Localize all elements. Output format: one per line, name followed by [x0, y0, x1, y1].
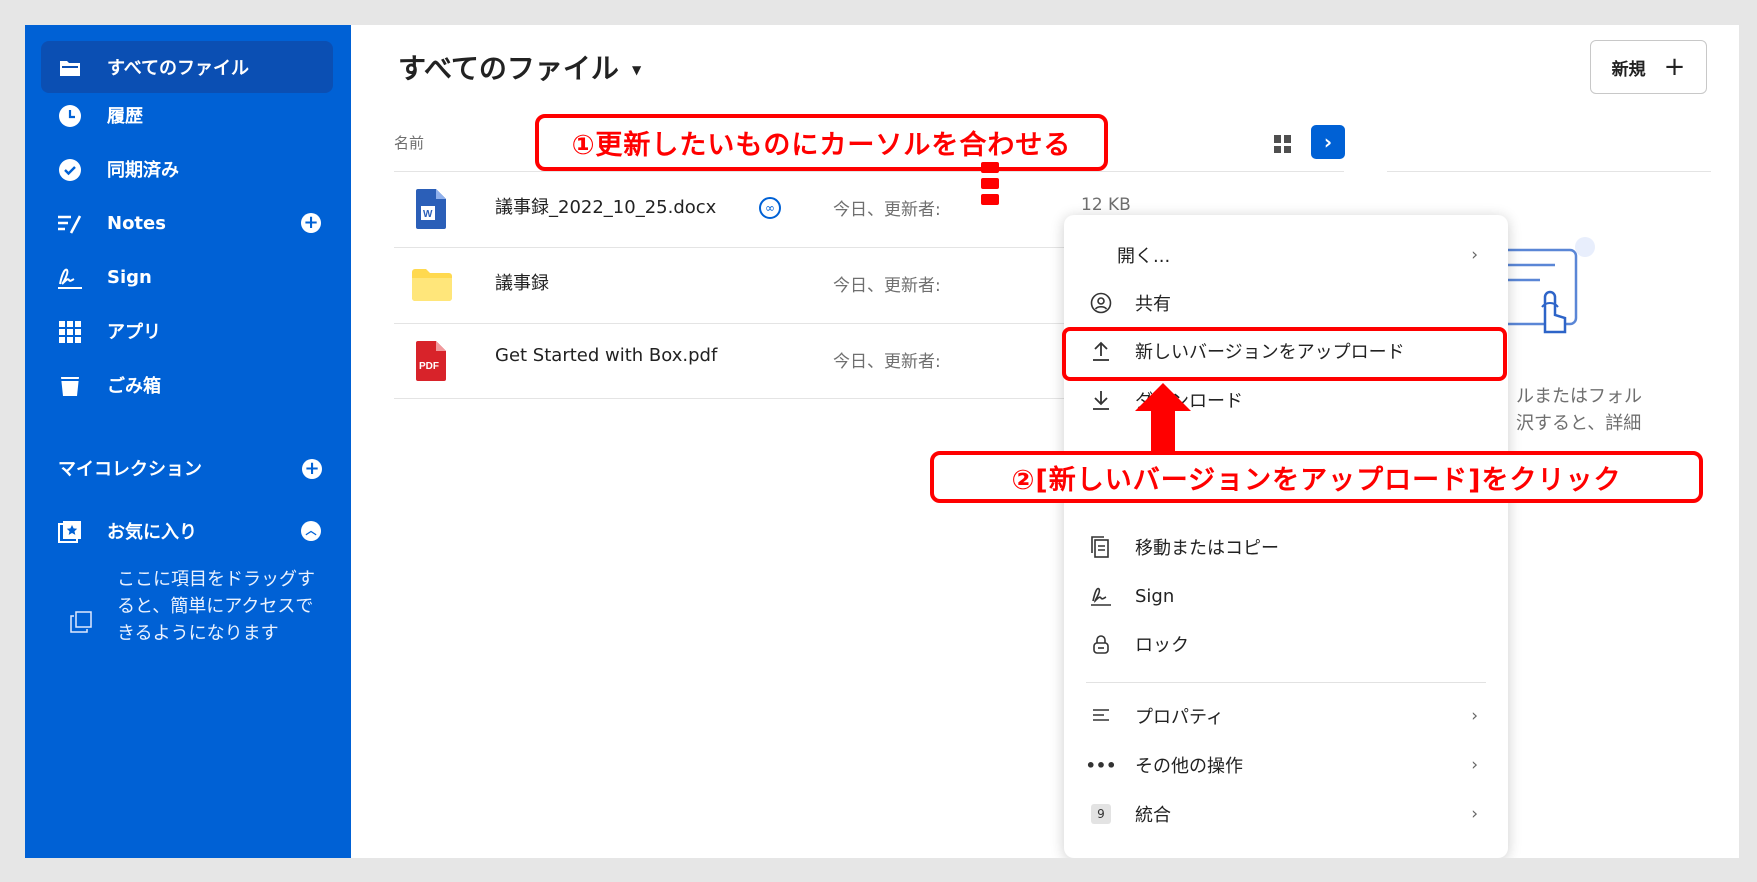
- sidebar-item-all-files[interactable]: すべてのファイル: [41, 41, 333, 93]
- menu-item-sign[interactable]: Sign: [1064, 572, 1508, 620]
- menu-item-label: ロック: [1135, 635, 1189, 656]
- annotation-step2: ②[新しいバージョンをアップロード]をクリック: [930, 451, 1703, 503]
- pdf-icon: PDF: [416, 341, 446, 385]
- preview-hint-line: 沢すると、詳細: [1516, 413, 1642, 434]
- sidebar-item-notes[interactable]: Notes +: [41, 197, 333, 249]
- sidebar-item-label: すべてのファイル: [107, 58, 250, 79]
- menu-item-open[interactable]: 開く... ›: [1064, 231, 1508, 279]
- menu-item-integrations[interactable]: 9 統合 ›: [1064, 790, 1508, 838]
- chevron-right-icon: ›: [1471, 706, 1478, 726]
- my-collection-title: マイコレクション: [58, 459, 202, 480]
- chevron-right-icon: ›: [1471, 804, 1478, 824]
- chevron-right-icon: ›: [1471, 755, 1478, 775]
- menu-item-label: 移動またはコピー: [1135, 538, 1279, 559]
- menu-item-move-copy[interactable]: 移動またはコピー: [1064, 523, 1508, 571]
- clock-icon: [57, 103, 83, 129]
- menu-item-more-actions[interactable]: ••• その他の操作 ›: [1064, 741, 1508, 789]
- annotation-dash: [981, 178, 999, 189]
- menu-item-label: その他の操作: [1135, 756, 1243, 777]
- context-menu: 開く... › 共有 新しいバージョンをアップロード ダウンロード 移動またはコ…: [1064, 215, 1508, 858]
- file-name[interactable]: 議事録_2022_10_25.docx: [495, 193, 716, 219]
- menu-item-label: 共有: [1135, 294, 1171, 315]
- notes-icon: [57, 211, 83, 237]
- menu-item-lock[interactable]: ロック: [1064, 620, 1508, 668]
- sidebar-item-label: Sign: [107, 266, 152, 288]
- divider: [1086, 682, 1486, 683]
- menu-item-properties[interactable]: プロパティ ›: [1064, 692, 1508, 740]
- svg-text:PDF: PDF: [419, 361, 439, 372]
- new-button-label: 新規: [1611, 59, 1646, 80]
- preview-hint-line: ルまたはフォル: [1516, 386, 1642, 407]
- signature-icon: [57, 265, 83, 291]
- arrow-up-icon: [1135, 383, 1191, 455]
- sidebar-item-label: ごみ箱: [107, 376, 161, 397]
- favorites-drop-hint: ここに項目をドラッグすると、簡単にアクセスできるようになります: [117, 569, 315, 644]
- integrations-badge: 9: [1090, 803, 1112, 825]
- annotation-dash: [981, 162, 999, 173]
- signature-icon: [1090, 585, 1112, 607]
- menu-item-label: Sign: [1135, 585, 1175, 607]
- menu-item-label: 開く...: [1117, 246, 1171, 267]
- plus-icon: +: [1663, 52, 1686, 82]
- svg-text:W: W: [423, 209, 433, 220]
- menu-item-download[interactable]: ダウンロード: [1064, 376, 1508, 424]
- file-modified: 今日、更新者:: [833, 200, 941, 220]
- sidebar-item-label: お気に入り: [107, 522, 197, 543]
- share-person-icon: [1090, 292, 1112, 314]
- add-collection-icon[interactable]: +: [302, 459, 322, 479]
- sidebar-item-trash[interactable]: ごみ箱: [41, 359, 333, 411]
- apps-grid-icon: [57, 319, 83, 345]
- highlight-upload-new-version: [1062, 327, 1507, 381]
- sidebar-item-label: アプリ: [107, 322, 161, 343]
- chevron-right-icon[interactable]: ›: [1311, 125, 1345, 159]
- file-modified: 今日、更新者:: [833, 352, 941, 372]
- menu-item-label: プロパティ: [1135, 707, 1224, 728]
- sidebar-item-history[interactable]: 履歴: [41, 89, 333, 141]
- sidebar: すべてのファイル 履歴 同期済み Notes + Sign アプリ ごみ箱 マイ…: [25, 25, 351, 858]
- caret-down-icon[interactable]: ▼: [632, 63, 641, 77]
- menu-item-share[interactable]: 共有: [1064, 279, 1508, 327]
- sidebar-item-label: 同期済み: [107, 160, 179, 181]
- sidebar-item-synced[interactable]: 同期済み: [41, 143, 333, 195]
- sidebar-item-label: 履歴: [107, 106, 143, 127]
- grid-view-icon[interactable]: [1274, 135, 1292, 153]
- sidebar-item-sign[interactable]: Sign: [41, 251, 333, 303]
- download-icon: [1090, 389, 1112, 411]
- divider: [1387, 171, 1711, 172]
- file-name[interactable]: 議事録: [495, 269, 549, 295]
- chevron-right-icon: ›: [1471, 245, 1478, 265]
- annotation-step1: ①更新したいものにカーソルを合わせる: [535, 114, 1108, 171]
- app-window: すべてのファイル 履歴 同期済み Notes + Sign アプリ ごみ箱 マイ…: [25, 25, 1739, 858]
- folder-icon: [412, 269, 452, 305]
- chevron-up-icon[interactable]: ︿: [301, 521, 321, 541]
- properties-lines-icon: [1090, 705, 1112, 727]
- sidebar-item-favorites[interactable]: お気に入り ︿: [41, 505, 333, 557]
- page-title[interactable]: すべてのファイル: [398, 47, 619, 87]
- new-button[interactable]: 新規 +: [1590, 40, 1707, 94]
- lock-icon: [1090, 633, 1112, 655]
- file-modified: 今日、更新者:: [833, 276, 941, 296]
- menu-item-label: 統合: [1135, 805, 1171, 826]
- add-note-icon[interactable]: +: [301, 213, 321, 233]
- trash-icon: [57, 373, 83, 399]
- sidebar-item-label: Notes: [107, 212, 166, 234]
- file-size: 12 KB: [1081, 195, 1131, 215]
- copy-doc-icon: [1090, 536, 1112, 558]
- column-header-name[interactable]: 名前: [394, 132, 424, 153]
- word-doc-icon: W: [416, 189, 446, 233]
- annotation-dash: [981, 194, 999, 205]
- file-name[interactable]: Get Started with Box.pdf: [495, 345, 717, 366]
- favorites-star-icon: [57, 519, 83, 545]
- folder-icon: [57, 55, 83, 81]
- sidebar-item-apps[interactable]: アプリ: [41, 305, 333, 357]
- shared-link-icon[interactable]: ∞: [759, 197, 781, 219]
- check-circle-icon: [57, 157, 83, 183]
- copy-icon: [70, 611, 92, 633]
- ellipsis-icon: •••: [1085, 755, 1117, 775]
